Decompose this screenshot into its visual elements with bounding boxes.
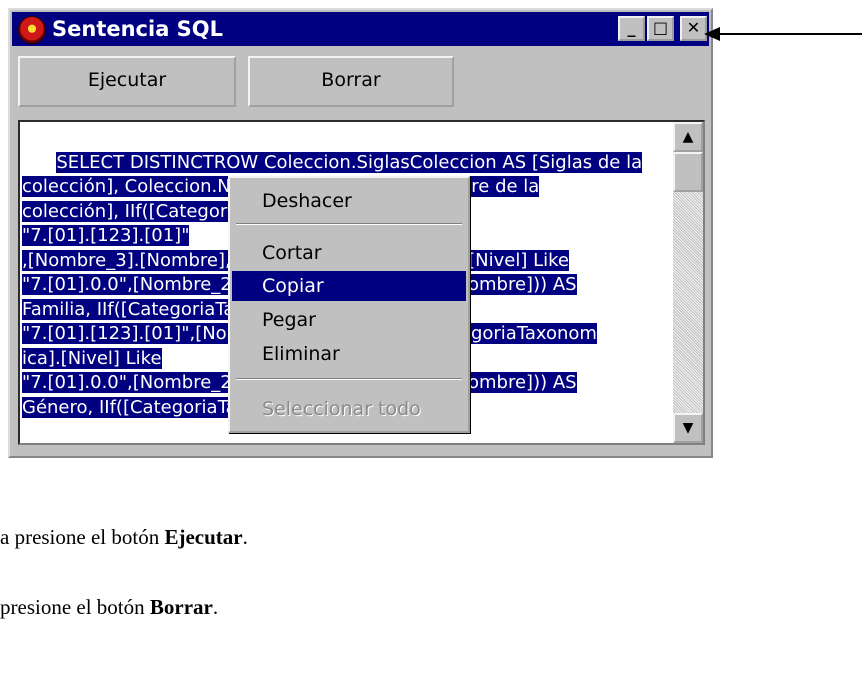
context-menu: Deshacer Cortar Copiar Pegar Eliminar Se… (228, 176, 470, 433)
menu-item-select-all: Seleccionar todo (262, 398, 421, 420)
vertical-scrollbar[interactable]: ▲ ▼ (673, 122, 703, 443)
menu-item-undo[interactable]: Deshacer (232, 186, 466, 216)
instruction-execute: a presione el botón Ejecutar. (0, 525, 248, 549)
menu-item-paste[interactable]: Pegar (232, 305, 466, 335)
menu-separator (236, 223, 462, 225)
sql-line: SELECT DISTINCTROW Coleccion.SiglasColec… (56, 151, 643, 173)
execute-button[interactable]: Ejecutar (18, 56, 236, 107)
menu-separator (236, 378, 462, 380)
scroll-down-button[interactable]: ▼ (673, 413, 703, 443)
sql-line: "7.[01].[123].[01]" (22, 225, 190, 246)
menu-item-copy[interactable]: Copiar (232, 271, 466, 301)
scroll-thumb[interactable] (673, 152, 703, 192)
delete-button-label: Borrar (321, 69, 381, 91)
title-bar[interactable]: Sentencia SQL _ □ ✕ (12, 12, 709, 46)
pointer-arrow (704, 27, 862, 41)
delete-button[interactable]: Borrar (248, 56, 454, 107)
app-logo-icon (18, 16, 46, 44)
maximize-button[interactable]: □ (647, 16, 674, 41)
scroll-up-button[interactable]: ▲ (673, 122, 703, 152)
minimize-button[interactable]: _ (618, 16, 645, 41)
window-title: Sentencia SQL (52, 17, 224, 41)
menu-item-cut[interactable]: Cortar (232, 238, 466, 268)
instruction-delete: presione el botón Borrar. (0, 595, 219, 619)
sql-line: ica].[Nivel] Like (22, 347, 162, 369)
menu-item-delete[interactable]: Eliminar (232, 339, 466, 369)
execute-button-label: Ejecutar (87, 69, 167, 91)
